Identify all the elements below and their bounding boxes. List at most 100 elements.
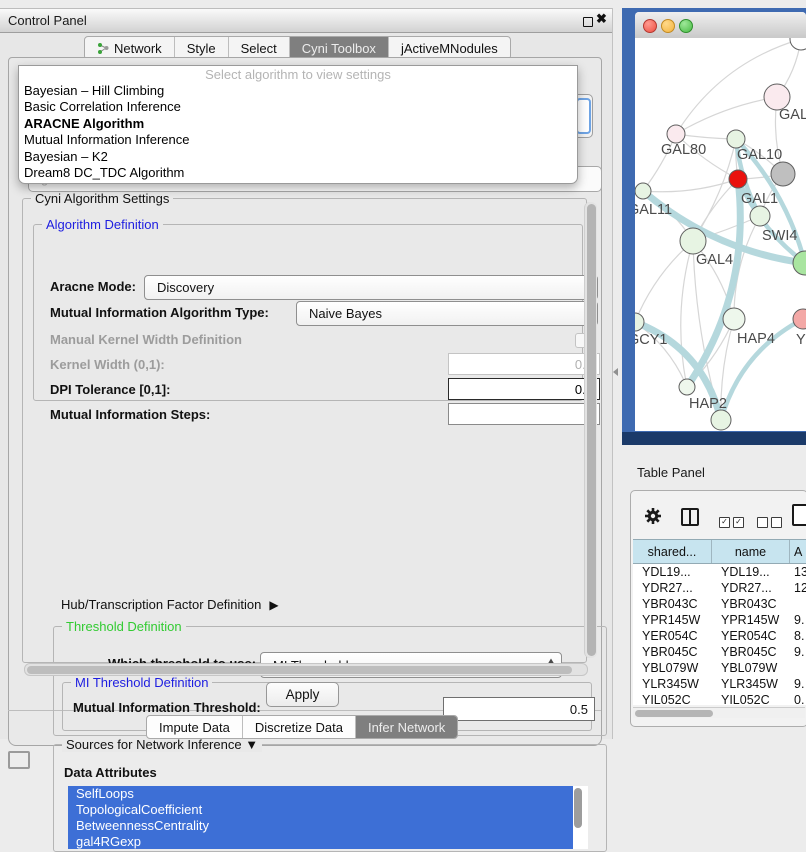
network-node-gal1[interactable] bbox=[729, 170, 747, 188]
tab-cyni-toolbox[interactable]: Cyni Toolbox bbox=[289, 37, 388, 59]
bottom-tab-impute-data[interactable]: Impute Data bbox=[147, 716, 242, 738]
attribute-item[interactable]: gal4RGexp bbox=[68, 834, 573, 849]
network-node-gal10[interactable] bbox=[727, 130, 745, 148]
network-node-gal11[interactable] bbox=[635, 183, 651, 199]
settings-hscrollbar-thumb[interactable] bbox=[27, 666, 572, 674]
network-node-gal80[interactable] bbox=[667, 125, 685, 143]
table-row[interactable]: YPR145WYPR145W9. bbox=[633, 612, 806, 628]
algorithm-definition-group: Algorithm Definition Aracne Mode: Discov… bbox=[33, 224, 583, 401]
kernel-width-label: Kernel Width (0,1): bbox=[50, 357, 165, 372]
traffic-light-close[interactable] bbox=[643, 19, 657, 33]
algorithm-option[interactable]: Dream8 DC_TDC Algorithm bbox=[19, 165, 577, 181]
table-row[interactable]: YER054CYER054C8. bbox=[633, 628, 806, 644]
algorithm-option[interactable]: ARACNE Algorithm bbox=[19, 116, 577, 132]
tab-style[interactable]: Style bbox=[174, 37, 228, 59]
node-label: GAL bbox=[779, 107, 806, 123]
gear-icon[interactable] bbox=[644, 507, 662, 525]
table-cell: 0. bbox=[790, 692, 806, 705]
table-row[interactable]: YBR043CYBR043C bbox=[633, 596, 806, 612]
expand-right-icon[interactable]: ▶ bbox=[269, 598, 278, 612]
attributes-scrollbar-thumb[interactable] bbox=[574, 788, 582, 828]
node-label: GCY1 bbox=[635, 332, 668, 348]
hub-definition-row[interactable]: Hub/Transcription Factor Definition▶ bbox=[61, 597, 279, 612]
split-view-icon[interactable] bbox=[681, 508, 699, 526]
algorithm-option[interactable]: Mutual Information Inference bbox=[19, 132, 577, 148]
node-label: SWI4 bbox=[762, 228, 797, 244]
network-window: GALGAL80GAL10GAL1GAL11SWI4GAL4GCY1HAP4YH… bbox=[635, 12, 806, 431]
algorithm-option[interactable]: Bayesian – K2 bbox=[19, 149, 577, 165]
network-node[interactable] bbox=[711, 410, 731, 430]
network-node-hap4[interactable] bbox=[723, 308, 745, 330]
tab-select[interactable]: Select bbox=[228, 37, 289, 59]
table-cell: YER054C bbox=[633, 628, 712, 644]
algorithm-option[interactable]: Basic Correlation Inference bbox=[19, 99, 577, 115]
algorithm-option[interactable]: Bayesian – Hill Climbing bbox=[19, 83, 577, 99]
network-icon bbox=[97, 42, 109, 54]
table-row[interactable]: YBR045CYBR045C9. bbox=[633, 644, 806, 660]
traffic-light-minimize[interactable] bbox=[661, 19, 675, 33]
show-columns-icon[interactable]: ✓✓ bbox=[719, 512, 747, 528]
data-table: shared...nameA YDL19...YDL19...13YDR27..… bbox=[633, 539, 806, 705]
attribute-item[interactable]: TopologicalCoefficient bbox=[68, 802, 573, 818]
table-row[interactable]: YIL052CYIL052C0. bbox=[633, 692, 806, 705]
table-cell bbox=[790, 596, 806, 612]
tab-label: jActiveMNodules bbox=[401, 41, 498, 56]
control-panel-title: Control Panel bbox=[8, 13, 87, 28]
network-node[interactable] bbox=[771, 162, 795, 186]
table-hscrollbar[interactable] bbox=[633, 707, 805, 718]
close-icon[interactable]: ✖ bbox=[596, 11, 607, 27]
attribute-item[interactable]: SelfLoops bbox=[68, 786, 573, 802]
table-row[interactable]: YBL079WYBL079W bbox=[633, 660, 806, 676]
column-header[interactable]: shared... bbox=[633, 540, 712, 563]
attribute-item[interactable]: BetweennessCentrality bbox=[68, 818, 573, 834]
settings-hscrollbar[interactable] bbox=[24, 663, 588, 676]
table-cell: YLR345W bbox=[633, 676, 712, 692]
aracne-mode-combo[interactable]: Discovery bbox=[144, 275, 598, 300]
table-cell: YER054C bbox=[712, 628, 790, 644]
network-edge[interactable] bbox=[676, 97, 777, 134]
attributes-list[interactable]: SelfLoopsTopologicalCoefficientBetweenne… bbox=[68, 786, 588, 849]
table-hscrollbar-thumb[interactable] bbox=[635, 710, 713, 717]
column-header[interactable]: A bbox=[790, 540, 806, 563]
collapse-down-icon[interactable]: ▼ bbox=[245, 737, 258, 752]
table-toolbar: ✓✓ bbox=[631, 491, 806, 539]
split-view-divider bbox=[689, 510, 691, 524]
float-icon[interactable] bbox=[583, 17, 593, 27]
network-titlebar[interactable] bbox=[635, 12, 806, 39]
tab-jactivemnodules[interactable]: jActiveMNodules bbox=[388, 37, 510, 59]
table-cell: YPR145W bbox=[633, 612, 712, 628]
column-header[interactable]: name bbox=[712, 540, 790, 563]
node-label: GAL10 bbox=[737, 147, 782, 163]
collapsed-panel-icon[interactable] bbox=[8, 751, 30, 769]
mi-type-combo[interactable]: Naive Bayes bbox=[296, 301, 598, 326]
mi-threshold-field[interactable]: 0.5 bbox=[443, 697, 595, 721]
panel-divider-handle[interactable] bbox=[613, 368, 618, 376]
table-row[interactable]: YLR345WYLR345W9. bbox=[633, 676, 806, 692]
mi-steps-label: Mutual Information Steps: bbox=[50, 407, 210, 422]
network-canvas-svg[interactable]: GALGAL80GAL10GAL1GAL11SWI4GAL4GCY1HAP4YH… bbox=[635, 38, 806, 431]
export-table-icon[interactable] bbox=[792, 504, 806, 526]
mi-steps-field[interactable]: 6 bbox=[448, 403, 600, 425]
settings-vscrollbar[interactable] bbox=[584, 202, 597, 658]
settings-vscrollbar-thumb[interactable] bbox=[587, 204, 596, 656]
table-cell: YBR045C bbox=[712, 644, 790, 660]
network-node-swi4[interactable] bbox=[750, 206, 770, 226]
table-cell: YDL19... bbox=[712, 564, 790, 580]
table-row[interactable]: YDL19...YDL19...13 bbox=[633, 564, 806, 580]
algorithm-popup-hint: Select algorithm to view settings bbox=[19, 66, 577, 83]
bottom-tab-discretize-data[interactable]: Discretize Data bbox=[242, 716, 355, 738]
hide-columns-icon[interactable] bbox=[757, 512, 785, 528]
kernel-width-field[interactable]: 0.0 bbox=[448, 353, 600, 375]
network-node-hap2[interactable] bbox=[679, 379, 695, 395]
page: { "control_panel": { "title": "Control P… bbox=[0, 0, 806, 762]
bottom-tab-infer-network[interactable]: Infer Network bbox=[355, 716, 457, 738]
inference-combo-focus[interactable] bbox=[576, 98, 591, 134]
traffic-light-zoom[interactable] bbox=[679, 19, 693, 33]
apply-button[interactable]: Apply bbox=[266, 682, 339, 707]
network-node-gal4[interactable] bbox=[680, 228, 706, 254]
table-row[interactable]: YDR27...YDR27...12 bbox=[633, 580, 806, 596]
tab-network[interactable]: Network bbox=[85, 37, 174, 59]
network-node[interactable] bbox=[790, 38, 806, 50]
network-canvas[interactable]: GALGAL80GAL10GAL1GAL11SWI4GAL4GCY1HAP4YH… bbox=[635, 38, 806, 431]
dpi-tolerance-field[interactable]: 0.0 bbox=[448, 378, 600, 400]
